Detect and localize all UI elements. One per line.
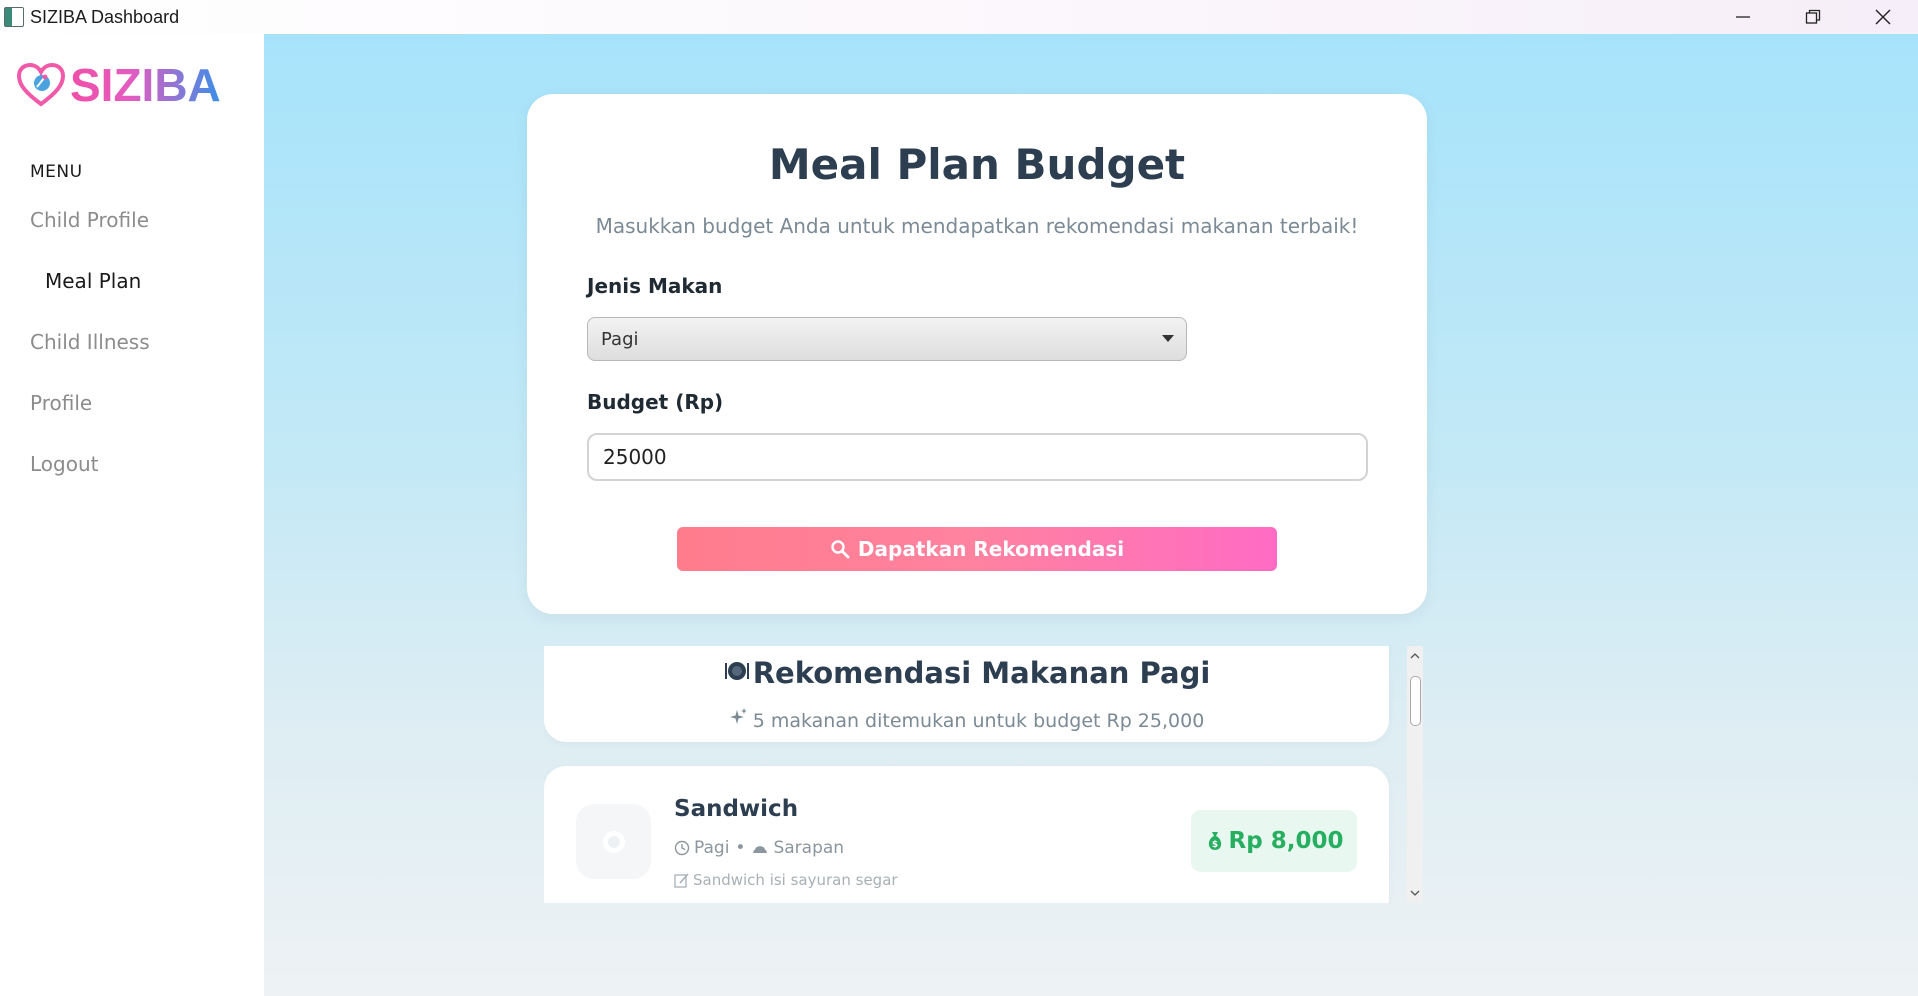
results-scrollbar[interactable]: [1407, 646, 1423, 903]
price-badge: $ Rp 8,000: [1191, 810, 1357, 872]
sidebar-item-meal-plan[interactable]: Meal Plan: [45, 269, 141, 293]
restore-button[interactable]: [1778, 0, 1848, 34]
clock-icon: [674, 840, 690, 856]
budget-input[interactable]: [587, 433, 1368, 481]
results-title: Rekomendasi Makanan Pagi: [544, 656, 1389, 690]
tray-icon: [751, 841, 769, 855]
restore-icon: [1805, 9, 1821, 24]
sidebar-item-child-illness[interactable]: Child Illness: [30, 330, 150, 354]
menu-heading: MENU: [30, 162, 83, 182]
results-scroll-panel[interactable]: Rekomendasi Makanan Pagi 5 makanan ditem…: [544, 646, 1424, 903]
sidebar-item-logout[interactable]: Logout: [30, 452, 98, 476]
sparkles-icon: [729, 707, 749, 727]
memo-icon: [674, 872, 689, 888]
window-title: SIZIBA Dashboard: [30, 6, 180, 27]
food-description-text: Sandwich isi sayuran segar: [693, 871, 898, 889]
page-subtitle: Masukkan budget Anda untuk mendapatkan r…: [595, 214, 1359, 238]
main-content: Meal Plan Budget Masukkan budget Anda un…: [264, 34, 1918, 996]
page-title: Meal Plan Budget: [768, 140, 1186, 189]
food-card[interactable]: Sandwich Pagi • Sarapan Sandwich isi say…: [544, 766, 1389, 903]
meal-type-select[interactable]: Pagi: [587, 317, 1187, 361]
plate-icon: [602, 830, 625, 853]
food-description: Sandwich isi sayuran segar: [674, 871, 898, 889]
food-category: Sarapan: [773, 838, 845, 858]
scroll-up-arrow-icon[interactable]: [1407, 648, 1423, 664]
app-icon: [4, 7, 24, 27]
food-meta: Pagi • Sarapan: [674, 838, 844, 858]
svg-text:$: $: [1211, 840, 1217, 850]
scrollbar-thumb[interactable]: [1410, 676, 1421, 726]
food-name: Sandwich: [674, 796, 799, 822]
results-summary-text: 5 makanan ditemukan untuk budget Rp 25,0…: [752, 710, 1205, 732]
window-titlebar: SIZIBA Dashboard: [0, 0, 1918, 34]
get-recommendation-button[interactable]: Dapatkan Rekomendasi: [677, 527, 1277, 571]
price-text: Rp 8,000: [1228, 828, 1344, 854]
plate-icon: [723, 657, 749, 683]
sidebar: SIZIBA MENU Child Profile Meal Plan Chil…: [0, 34, 264, 996]
results-summary: 5 makanan ditemukan untuk budget Rp 25,0…: [544, 707, 1389, 732]
results-title-text: Rekomendasi Makanan Pagi: [752, 656, 1211, 690]
budget-label: Budget (Rp): [587, 390, 724, 414]
search-icon: [830, 539, 850, 559]
close-icon: [1875, 9, 1891, 25]
sidebar-item-child-profile[interactable]: Child Profile: [30, 208, 149, 232]
sidebar-item-profile[interactable]: Profile: [30, 391, 92, 415]
meal-type-label: Jenis Makan: [587, 274, 723, 298]
app-logo: SIZIBA: [16, 58, 221, 112]
budget-form-card: Meal Plan Budget Masukkan budget Anda un…: [527, 94, 1427, 614]
get-recommendation-label: Dapatkan Rekomendasi: [857, 537, 1125, 561]
window-controls: [1708, 0, 1918, 34]
minimize-icon: [1736, 16, 1750, 18]
results-summary-card: Rekomendasi Makanan Pagi 5 makanan ditem…: [544, 646, 1389, 742]
close-button[interactable]: [1848, 0, 1918, 34]
heart-logo-icon: [16, 62, 66, 107]
chevron-down-icon: [1162, 335, 1174, 342]
meal-type-value: Pagi: [601, 328, 639, 350]
money-bag-icon: $: [1205, 830, 1225, 852]
logo-text: SIZIBA: [70, 59, 221, 111]
food-thumbnail: [576, 804, 651, 879]
scroll-down-arrow-icon[interactable]: [1407, 885, 1423, 901]
minimize-button[interactable]: [1708, 0, 1778, 34]
food-time: Pagi: [694, 838, 730, 858]
